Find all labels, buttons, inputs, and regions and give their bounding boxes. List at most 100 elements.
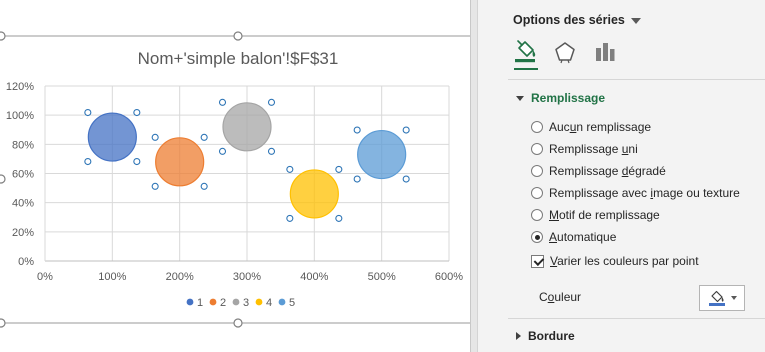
y-tick-label: 120% xyxy=(6,81,34,93)
legend-label: 1 xyxy=(197,297,203,309)
bar-chart-icon xyxy=(596,43,615,61)
legend-entry-4[interactable]: 4 xyxy=(255,297,273,309)
resize-handle-top-left xyxy=(0,31,6,41)
selection-handle[interactable] xyxy=(335,165,343,173)
selection-handle[interactable] xyxy=(151,133,159,141)
selection-handle[interactable] xyxy=(286,214,294,222)
selection-handle[interactable] xyxy=(267,98,276,106)
fill-option-2[interactable]: Remplissage uni xyxy=(531,140,638,158)
radio-button[interactable] xyxy=(531,231,543,243)
selection-handle[interactable] xyxy=(402,126,410,134)
legend-entry-5[interactable]: 5 xyxy=(278,297,296,309)
fill-option-label: Automatique xyxy=(549,230,617,244)
radio-button[interactable] xyxy=(531,209,543,221)
radio-button[interactable] xyxy=(531,121,543,133)
selection-handle[interactable] xyxy=(151,182,159,190)
fill-option-label: Remplissage uni xyxy=(549,142,638,156)
vary-colors-label: Varier les couleurs par point xyxy=(550,254,699,268)
selection-handle[interactable] xyxy=(218,147,227,155)
tab-series-options[interactable] xyxy=(590,36,620,68)
selection-handle[interactable] xyxy=(84,157,92,166)
series-options-label: Options des séries xyxy=(513,13,625,27)
bubble[interactable] xyxy=(87,112,137,162)
legend-marker xyxy=(186,298,194,306)
fill-option-label: Remplissage avec image ou texture xyxy=(549,186,740,200)
selection-handle[interactable] xyxy=(200,182,208,190)
fill-option-3[interactable]: Remplissage dégradé xyxy=(531,162,666,180)
selection-handle[interactable] xyxy=(353,126,361,134)
chart-area[interactable]: Nom+'simple balon'!$F$31 0% 20% 40% 60% 80% 1… xyxy=(0,0,470,352)
legend-entry-2[interactable]: 2 xyxy=(209,297,227,309)
legend[interactable]: 1 2 3 4 5 xyxy=(186,297,296,309)
x-tick-label: 100% xyxy=(98,271,126,283)
resize-handle-middle-left xyxy=(0,174,6,184)
fill-option-4[interactable]: Remplissage avec image ou texture xyxy=(531,184,740,202)
y-tick-label: 0% xyxy=(18,256,34,268)
selection-handle[interactable] xyxy=(218,98,227,106)
y-tick-label: 40% xyxy=(12,198,34,210)
tab-effects[interactable] xyxy=(550,36,580,68)
legend-entry-3[interactable]: 3 xyxy=(232,297,250,309)
bubble-point-2[interactable] xyxy=(151,133,208,190)
x-tick-label: 400% xyxy=(300,271,328,283)
tab-fill-line[interactable] xyxy=(510,36,540,68)
bubble-point-1[interactable] xyxy=(84,108,141,166)
excel-window: Nom+'simple balon'!$F$31 0% 20% 40% 60% 80% 1… xyxy=(0,0,765,352)
legend-label: 2 xyxy=(220,297,226,309)
selection-handle[interactable] xyxy=(133,157,141,166)
bubble-chart[interactable]: Nom+'simple balon'!$F$31 0% 20% 40% 60% 80% 1… xyxy=(0,0,470,352)
pentagon-icon xyxy=(555,42,575,64)
pane-splitter[interactable] xyxy=(470,0,478,352)
resize-handle-bottom-middle xyxy=(233,318,243,328)
fill-option-label: Motif de remplissage xyxy=(549,208,660,222)
bubble[interactable] xyxy=(289,169,339,219)
bubble[interactable] xyxy=(357,129,407,180)
bubble-point-3[interactable] xyxy=(218,98,276,155)
collapse-triangle-icon xyxy=(516,95,524,101)
legend-entry-1[interactable]: 1 xyxy=(186,297,204,309)
fill-option-5[interactable]: Motif de remplissage xyxy=(531,206,660,224)
y-tick-label: 20% xyxy=(12,227,34,239)
active-tab-indicator xyxy=(514,68,538,70)
fill-option-label: Remplissage dégradé xyxy=(549,164,666,178)
legend-label: 3 xyxy=(243,297,249,309)
selection-handle[interactable] xyxy=(402,175,410,183)
chevron-down-icon xyxy=(630,17,641,24)
bubble[interactable] xyxy=(222,102,272,152)
y-tick-label: 80% xyxy=(12,139,34,151)
border-section-toggle[interactable]: Bordure xyxy=(516,327,575,345)
vary-colors-checkbox[interactable]: Varier les couleurs par point xyxy=(531,252,699,270)
checkbox-box[interactable] xyxy=(531,254,544,268)
radio-button[interactable] xyxy=(531,187,543,199)
radio-button[interactable] xyxy=(531,143,543,155)
fill-option-1[interactable]: Aucun remplissage xyxy=(531,118,651,136)
x-tick-label: 200% xyxy=(166,271,194,283)
y-tick-label: 60% xyxy=(12,169,34,181)
selection-handle[interactable] xyxy=(286,165,294,173)
resize-handle-top-middle xyxy=(233,31,243,41)
selection-handle[interactable] xyxy=(84,108,92,117)
fill-option-label: Aucun remplissage xyxy=(549,120,652,134)
divider xyxy=(508,79,765,80)
bubble-point-4[interactable] xyxy=(286,165,343,222)
selection-handle[interactable] xyxy=(267,147,276,155)
selection-handle[interactable] xyxy=(200,133,208,141)
fill-option-6[interactable]: Automatique xyxy=(531,228,616,246)
fill-color-picker-button[interactable] xyxy=(699,285,745,311)
fill-section-toggle[interactable]: Remplissage xyxy=(516,89,605,107)
legend-marker xyxy=(278,298,286,306)
series-options-dropdown[interactable]: Options des séries xyxy=(513,11,641,29)
selection-handle[interactable] xyxy=(133,108,141,117)
legend-marker xyxy=(255,298,263,306)
paint-bucket-color-icon xyxy=(709,290,725,306)
chart-title[interactable]: Nom+'simple balon'!$F$31 xyxy=(138,49,339,68)
expand-triangle-icon xyxy=(516,332,521,340)
border-section-title: Bordure xyxy=(528,329,575,343)
bubble[interactable] xyxy=(155,137,205,187)
y-tick-label: 100% xyxy=(6,110,34,122)
selection-handle[interactable] xyxy=(335,214,343,222)
selection-handle[interactable] xyxy=(353,175,361,183)
legend-label: 4 xyxy=(266,297,272,309)
radio-button[interactable] xyxy=(531,165,543,177)
x-tick-label: 600% xyxy=(435,271,463,283)
